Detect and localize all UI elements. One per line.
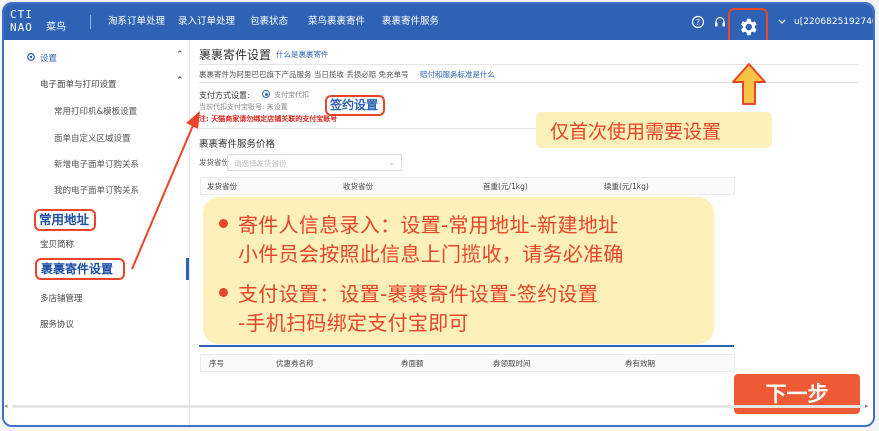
top-navigation-bar: CTI NAO 菜鸟 淘系订单处理 录入订单处理 包裹状态 菜鸟裹裹寄件 裹裹寄… xyxy=(4,4,873,46)
up-arrow-icon xyxy=(732,63,766,105)
sidebar-item-service-agreement[interactable]: 服务协议 xyxy=(40,318,74,330)
tmall-warning: 注: 天猫商家请勿绑定店铺关联的支付宝账号 xyxy=(199,115,338,123)
user-account[interactable]: u[2206825192740] xyxy=(794,4,873,40)
sidebar-item-baby-name[interactable]: 宝贝简称 xyxy=(40,238,74,250)
service-description: 裹裹寄件为阿里巴巴旗下产品服务 当日揽收 丢损必赔 免充单号 xyxy=(199,70,409,79)
sidebar-item-multi-shop[interactable]: 多店铺管理 xyxy=(40,292,83,304)
gear-icon xyxy=(740,18,757,36)
bullet-dot xyxy=(219,288,228,297)
sidebar-item-guoguo-settings[interactable]: 裹裹寄件设置 xyxy=(35,258,125,280)
tab-underline xyxy=(199,345,734,347)
bullet-dot xyxy=(219,219,228,228)
sign-settings-button[interactable]: 签约设置 xyxy=(325,95,385,116)
nav-entry-orders[interactable]: 录入订单处理 xyxy=(178,4,235,40)
sidebar-group-waybill-print[interactable]: 电子面单与打印设置 xyxy=(40,78,117,90)
nav-divider xyxy=(90,15,91,29)
nav-guoguo-service[interactable]: 裹裹寄件服务 xyxy=(382,4,439,40)
horizontal-scrollbar[interactable]: ◂ ▸ xyxy=(4,402,873,410)
app-window: CTI NAO 菜鸟 淘系订单处理 录入订单处理 包裹状态 菜鸟裹裹寄件 裹裹寄… xyxy=(2,2,875,427)
price-table-header: 发货省份 收货省份 首重(元/1kg) 续重(元/1kg) xyxy=(200,177,735,195)
tip-line-2: 小件员会按照此信息上门揽收，请务必准确 xyxy=(238,242,624,266)
first-use-note: 仅首次使用需要设置 xyxy=(536,112,772,148)
scroll-left-icon[interactable]: ◂ xyxy=(4,402,8,410)
radio-alipay[interactable] xyxy=(262,90,270,98)
tip-line-1: 寄件人信息录入：设置-常用地址-新建地址 xyxy=(238,213,619,237)
red-pointer-arrow xyxy=(131,111,200,270)
compensation-standard-link[interactable]: 赔付和服务标准是什么 xyxy=(420,69,495,80)
chevron-down-icon: ⌄ xyxy=(388,158,395,167)
sidebar-settings[interactable]: 设置 xyxy=(40,52,57,64)
payment-method-label: 支付方式设置: xyxy=(199,91,250,100)
headset-icon[interactable] xyxy=(713,15,727,29)
instruction-tip-box: 寄件人信息录入：设置-常用地址-新建地址 小件员会按照此信息上门揽收，请务必准确… xyxy=(203,197,714,344)
nav-guoguo-send[interactable]: 菜鸟裹裹寄件 xyxy=(308,4,365,40)
payment-option-alipay: 支付宝代扣 xyxy=(274,91,309,99)
tip-line-4: -手机扫码绑定支付宝即可 xyxy=(238,311,469,335)
cainiao-logo: CTI NAO 菜鸟 xyxy=(10,8,66,34)
origin-province-select[interactable]: 请选择发货省份 ⌄ xyxy=(227,154,402,171)
settings-small-icon xyxy=(27,53,35,61)
scroll-right-icon[interactable]: ▸ xyxy=(865,402,869,410)
svg-text:?: ? xyxy=(696,18,700,27)
nav-taobao-orders[interactable]: 淘系订单处理 xyxy=(108,4,165,40)
nav-package-status[interactable]: 包裹状态 xyxy=(250,4,288,40)
chevron-up-icon[interactable]: ⌃ xyxy=(176,50,184,60)
what-is-guoguo-link[interactable]: 什么是裹裹寄件 xyxy=(276,49,329,60)
help-icon[interactable]: ? xyxy=(691,15,705,29)
chevron-up-icon[interactable]: ⌃ xyxy=(176,76,184,86)
sidebar-item-custom-area[interactable]: 面单自定义区域设置 xyxy=(54,132,131,144)
coupon-table-header: 序号 优惠券名称 券面额 券领取时间 券有效期 xyxy=(200,354,735,372)
expand-icon[interactable] xyxy=(775,15,789,29)
tip-line-3: 支付设置：设置-裹裹寄件设置-签约设置 xyxy=(238,282,599,306)
sidebar-item-common-address[interactable]: 常用地址 xyxy=(34,209,96,231)
page-title: 裹裹寄件设置 xyxy=(199,48,272,62)
